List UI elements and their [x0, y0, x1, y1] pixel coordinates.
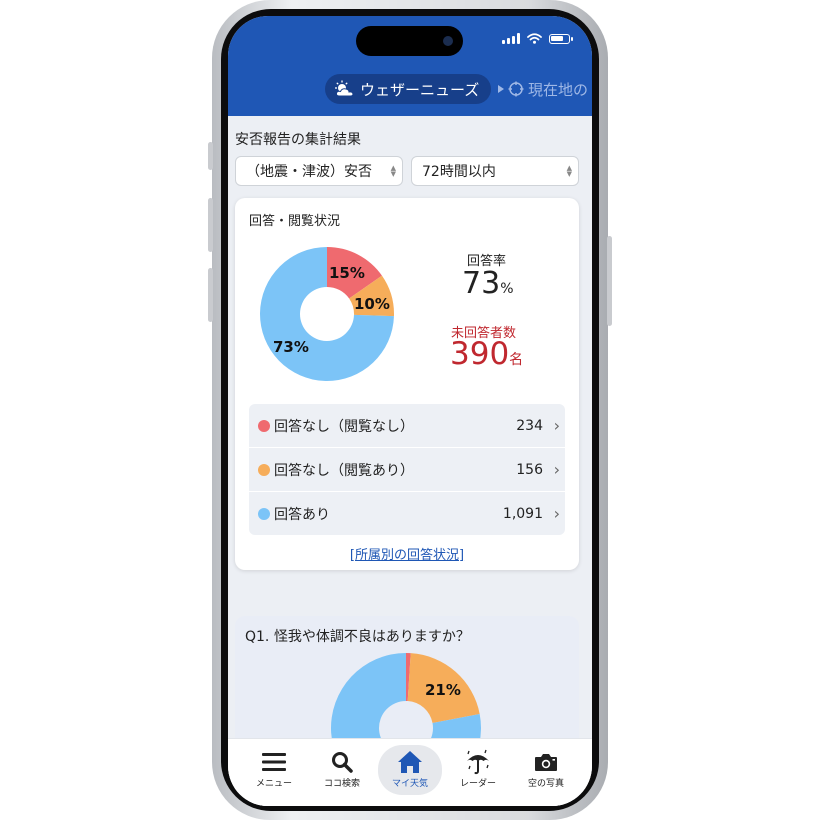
nav-menu[interactable]: メニュー [240, 739, 308, 797]
answer-rate-unit: % [500, 281, 514, 297]
nav-sky-photo-label: 空の写真 [527, 778, 564, 789]
partly-cloudy-icon [335, 80, 354, 97]
tab-current-location-label: 現在地の [528, 80, 589, 99]
nav-radar[interactable]: レーダー [444, 739, 512, 797]
main-content: 安否報告の集計結果 （地震・津波）安否 ▲ ▼ 72時間以内 ▲ ▼ 回答・閲覧状況… [228, 116, 592, 806]
tab-current-location[interactable]: 現在地の [498, 74, 588, 104]
home-icon [397, 748, 423, 776]
section-title: 安否報告の集計結果 [235, 132, 361, 148]
select-arrows-icon: ▲ ▼ [390, 164, 396, 178]
nav-sky-photo[interactable]: 空の写真 [512, 739, 580, 797]
breakdown-row-no-answer-viewed[interactable]: 回答なし（閲覧あり） 156 › [249, 448, 565, 492]
breakdown-row-answered[interactable]: 回答あり 1,091 › [249, 492, 565, 535]
chevron-right-icon: › [553, 460, 560, 479]
row-count: 156 [516, 461, 543, 478]
response-donut-chart [260, 247, 394, 381]
question-donut-label: 21% [425, 681, 461, 699]
action-button [208, 142, 213, 170]
donut-label-no-answer-not-viewed: 15% [329, 264, 365, 282]
type-select-value: （地震・津波）安否 [246, 164, 372, 180]
nav-my-weather-label: マイ天気 [391, 778, 428, 789]
breakdown-row-no-answer-not-viewed[interactable]: 回答なし（閲覧なし） 234 › [249, 404, 565, 448]
unanswered-number: 390 [450, 336, 510, 372]
triangle-right-icon [498, 85, 504, 93]
search-icon [331, 748, 353, 776]
period-select[interactable]: 72時間以内 ▲ ▼ [411, 156, 579, 186]
select-arrows-icon: ▲ ▼ [566, 164, 572, 178]
channel-tabs: ウェザーニューズ 現在地の [228, 72, 592, 106]
blue-dot-icon [258, 507, 270, 520]
location-target-icon [508, 81, 524, 97]
department-status-link[interactable]: [所属別の回答状況] [235, 544, 579, 563]
donut-label-answered: 73% [273, 338, 309, 356]
chevron-right-icon: › [553, 504, 560, 523]
breakdown-list: 回答なし（閲覧なし） 234 › 回答なし（閲覧あり） 156 › 回答あり 1… [249, 404, 565, 535]
wifi-icon [527, 33, 542, 44]
status-bar [502, 33, 573, 44]
volume-up-button [208, 198, 213, 252]
camera-icon [534, 748, 558, 776]
response-status-card: 回答・閲覧状況 15% 10% 73% 回答率 73% 未回答者数 390名 回… [235, 198, 579, 570]
umbrella-icon [465, 748, 491, 776]
unanswered-value: 390名 [450, 336, 523, 372]
camera-icon [443, 36, 453, 46]
power-button [607, 236, 612, 326]
battery-icon [549, 33, 573, 44]
answer-rate-value: 73% [462, 266, 514, 301]
nav-my-weather[interactable]: マイ天気 [376, 739, 444, 797]
nav-search-label: ココ検索 [323, 778, 360, 789]
volume-down-button [208, 268, 213, 322]
nav-search[interactable]: ココ検索 [308, 739, 376, 797]
donut-label-no-answer-viewed: 10% [354, 295, 390, 313]
dynamic-island [356, 26, 463, 56]
orange-dot-icon [258, 463, 270, 476]
answer-rate-number: 73 [462, 266, 501, 301]
nav-menu-label: メニュー [255, 778, 292, 789]
chevron-right-icon: › [553, 416, 560, 435]
app-header: ウェザーニューズ 現在地の [228, 16, 592, 116]
row-label: 回答なし（閲覧あり） [274, 462, 414, 479]
tab-weathernews-label: ウェザーニューズ [360, 80, 480, 99]
bottom-nav: メニュー ココ検索 マイ天気 レーダー 空の写真 [228, 738, 592, 806]
screen: ウェザーニューズ 現在地の 安否報告の集計結果 （地震・津波）安否 ▲ ▼ 72時 [228, 16, 592, 806]
type-select[interactable]: （地震・津波）安否 ▲ ▼ [235, 156, 403, 186]
row-count: 234 [516, 417, 543, 434]
red-dot-icon [258, 419, 270, 432]
unanswered-unit: 名 [509, 352, 524, 368]
row-label: 回答なし（閲覧なし） [274, 418, 414, 435]
row-count: 1,091 [502, 505, 543, 522]
card-title: 回答・閲覧状況 [249, 214, 341, 229]
period-select-value: 72時間以内 [422, 164, 496, 180]
tab-weathernews[interactable]: ウェザーニューズ [325, 74, 492, 104]
question-title: Q1. 怪我や体調不良はありますか？ [245, 629, 470, 645]
row-label: 回答あり [274, 506, 330, 523]
nav-radar-label: レーダー [459, 778, 496, 789]
cellular-signal-icon [502, 33, 520, 44]
hamburger-menu-icon [262, 748, 286, 776]
